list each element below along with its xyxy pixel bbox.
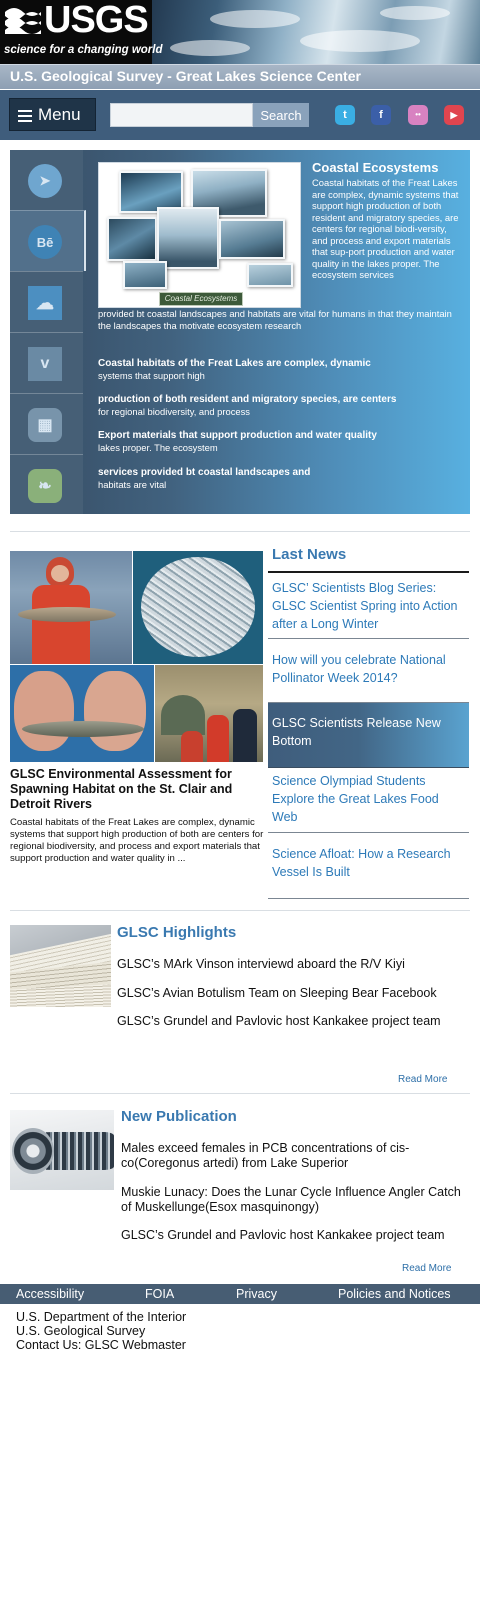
leaf-icon: ❧	[28, 469, 62, 503]
footer-link-privacy[interactable]: Privacy	[236, 1287, 277, 1301]
banner-water-image	[150, 0, 480, 64]
news-link[interactable]: GLSC’ Scientists Blog Series: GLSC Scien…	[272, 579, 465, 633]
hero-point-text: for regional biodiversity, and process	[98, 406, 250, 417]
side-item-2[interactable]: Bē	[10, 210, 86, 271]
footer-contact-link[interactable]: Contact Us: GLSC Webmaster	[16, 1338, 186, 1352]
feature-photo	[133, 551, 263, 664]
youtube-icon[interactable]: ▶	[444, 105, 464, 125]
twitter-icon[interactable]: t	[335, 105, 355, 125]
footer-link-policies[interactable]: Policies and Notices	[338, 1287, 451, 1301]
section-divider	[10, 1093, 470, 1094]
logo-wordmark: USGS	[44, 0, 149, 41]
news-item: Science Olympiad Students Explore the Gr…	[268, 768, 469, 833]
windows-icon: ▦	[28, 408, 62, 442]
menu-label: Menu	[38, 105, 81, 124]
hero-point-bold: services provided bt coastal landscapes …	[98, 467, 311, 478]
facebook-icon[interactable]: f	[371, 105, 391, 125]
hero-point-text: systems that support high	[98, 370, 205, 381]
news-link[interactable]: How will you celebrate National Pollinat…	[272, 651, 465, 687]
publication-link[interactable]: Muskie Lunacy: Does the Lunar Cycle Infl…	[121, 1185, 461, 1215]
side-item-3[interactable]: ☁	[10, 271, 83, 332]
publication-read-more[interactable]: Read More	[402, 1263, 451, 1274]
usgs-wave-icon	[5, 4, 41, 34]
hero-point-bold: Coastal habitats of the Freat Lakes are …	[98, 358, 371, 369]
feature-photo	[10, 665, 154, 762]
hero-title: Coastal Ecosystems	[312, 160, 439, 175]
cursor-icon: ➤	[28, 164, 62, 198]
hero-point-text: lakes proper. The ecosystem	[98, 442, 218, 453]
hero-carousel: ➤ Bē ☁ v ▦ ❧ Coastal Ecosystems Coastal …	[10, 150, 470, 514]
hero-point-bold: Export materials that support production…	[98, 430, 377, 441]
hero-point: production of both resident and migrator…	[98, 394, 458, 418]
hero-point-text: habitats are vital	[98, 479, 167, 490]
last-news-heading: Last News	[272, 546, 347, 563]
hero-side-nav: ➤ Bē ☁ v ▦ ❧	[10, 150, 86, 515]
site-title: U.S. Geological Survey - Great Lakes Sci…	[10, 68, 361, 84]
menu-button[interactable]: Menu	[9, 98, 96, 131]
highlight-link[interactable]: GLSC’s Grundel and Pavlovic host Kankake…	[117, 1014, 441, 1029]
hero-intro-continued: provided bt coastal landscapes and habit…	[98, 308, 452, 331]
search-input[interactable]	[110, 103, 253, 127]
feature-summary: Coastal habitats of the Freat Lakes are …	[10, 817, 264, 864]
rolled-paper-image	[10, 1110, 114, 1190]
section-divider	[10, 531, 470, 532]
footer-link-foia[interactable]: FOIA	[145, 1287, 174, 1301]
hero-point: services provided bt coastal landscapes …	[98, 467, 458, 491]
collage-caption: Coastal Ecosystems	[159, 292, 243, 306]
search-button[interactable]: Search	[253, 103, 309, 127]
news-link[interactable]: GLSC Scientists Release New Bottom	[272, 714, 465, 750]
logo-tagline: science for a changing world	[4, 44, 163, 56]
news-item: How will you celebrate National Pollinat…	[268, 639, 469, 703]
flickr-icon[interactable]: ••	[408, 105, 428, 125]
feature-photo-grid[interactable]	[10, 551, 263, 762]
usgs-logo[interactable]: USGS science for a changing world	[0, 0, 162, 64]
highlight-link[interactable]: GLSC’s MArk Vinson interviewd aboard the…	[117, 957, 405, 972]
newspapers-image	[10, 925, 111, 1007]
publication-link[interactable]: GLSC’s Grundel and Pavlovic host Kankake…	[121, 1228, 461, 1243]
hero-point-bold: production of both resident and migrator…	[98, 394, 397, 405]
news-link[interactable]: Science Afloat: How a Research Vessel Is…	[272, 845, 465, 881]
cloud-icon: ☁	[28, 286, 62, 320]
side-item-1[interactable]: ➤	[10, 150, 83, 211]
footer-link-bar: Accessibility FOIA Privacy Policies and …	[0, 1284, 480, 1304]
section-divider	[10, 910, 470, 911]
vimeo-icon: v	[28, 347, 62, 381]
nav-bar: Menu Search t f •• ▶	[0, 90, 480, 140]
site-banner: USGS science for a changing world	[0, 0, 480, 64]
coastal-ecosystems-collage: Coastal Ecosystems	[98, 162, 301, 308]
hamburger-icon	[18, 110, 32, 122]
site-title-bar: U.S. Geological Survey - Great Lakes Sci…	[0, 64, 480, 89]
footer-link-accessibility[interactable]: Accessibility	[16, 1287, 84, 1301]
footer-doi-link[interactable]: U.S. Department of the Interior	[16, 1310, 186, 1324]
publication-link[interactable]: Males exceed females in PCB concentratio…	[121, 1141, 461, 1171]
news-link[interactable]: Science Olympiad Students Explore the Gr…	[272, 772, 465, 826]
side-item-4[interactable]: v	[10, 332, 83, 393]
news-item: GLSC’ Scientists Blog Series: GLSC Scien…	[268, 573, 469, 639]
hero-point: Coastal habitats of the Freat Lakes are …	[98, 358, 458, 382]
footer-usgs-link[interactable]: U.S. Geological Survey	[16, 1324, 145, 1338]
publication-heading: New Publication	[121, 1108, 237, 1125]
feature-title-link[interactable]: GLSC Environmental Assessment for Spawni…	[10, 767, 265, 812]
news-item: Science Afloat: How a Research Vessel Is…	[268, 833, 469, 899]
highlights-heading: GLSC Highlights	[117, 924, 237, 941]
hero-intro: Coastal habitats of the Freat Lakes are …	[312, 177, 459, 280]
highlights-read-more[interactable]: Read More	[398, 1074, 447, 1085]
side-item-5[interactable]: ▦	[10, 393, 83, 454]
news-item-active: GLSC Scientists Release New Bottom	[268, 703, 469, 768]
highlight-link[interactable]: GLSC’s Avian Botulism Team on Sleeping B…	[117, 986, 437, 1001]
side-item-6[interactable]: ❧	[10, 454, 83, 515]
feature-photo	[155, 665, 263, 762]
hero-point: Export materials that support production…	[98, 430, 458, 454]
feature-photo	[10, 551, 132, 664]
behance-icon: Bē	[28, 225, 62, 259]
